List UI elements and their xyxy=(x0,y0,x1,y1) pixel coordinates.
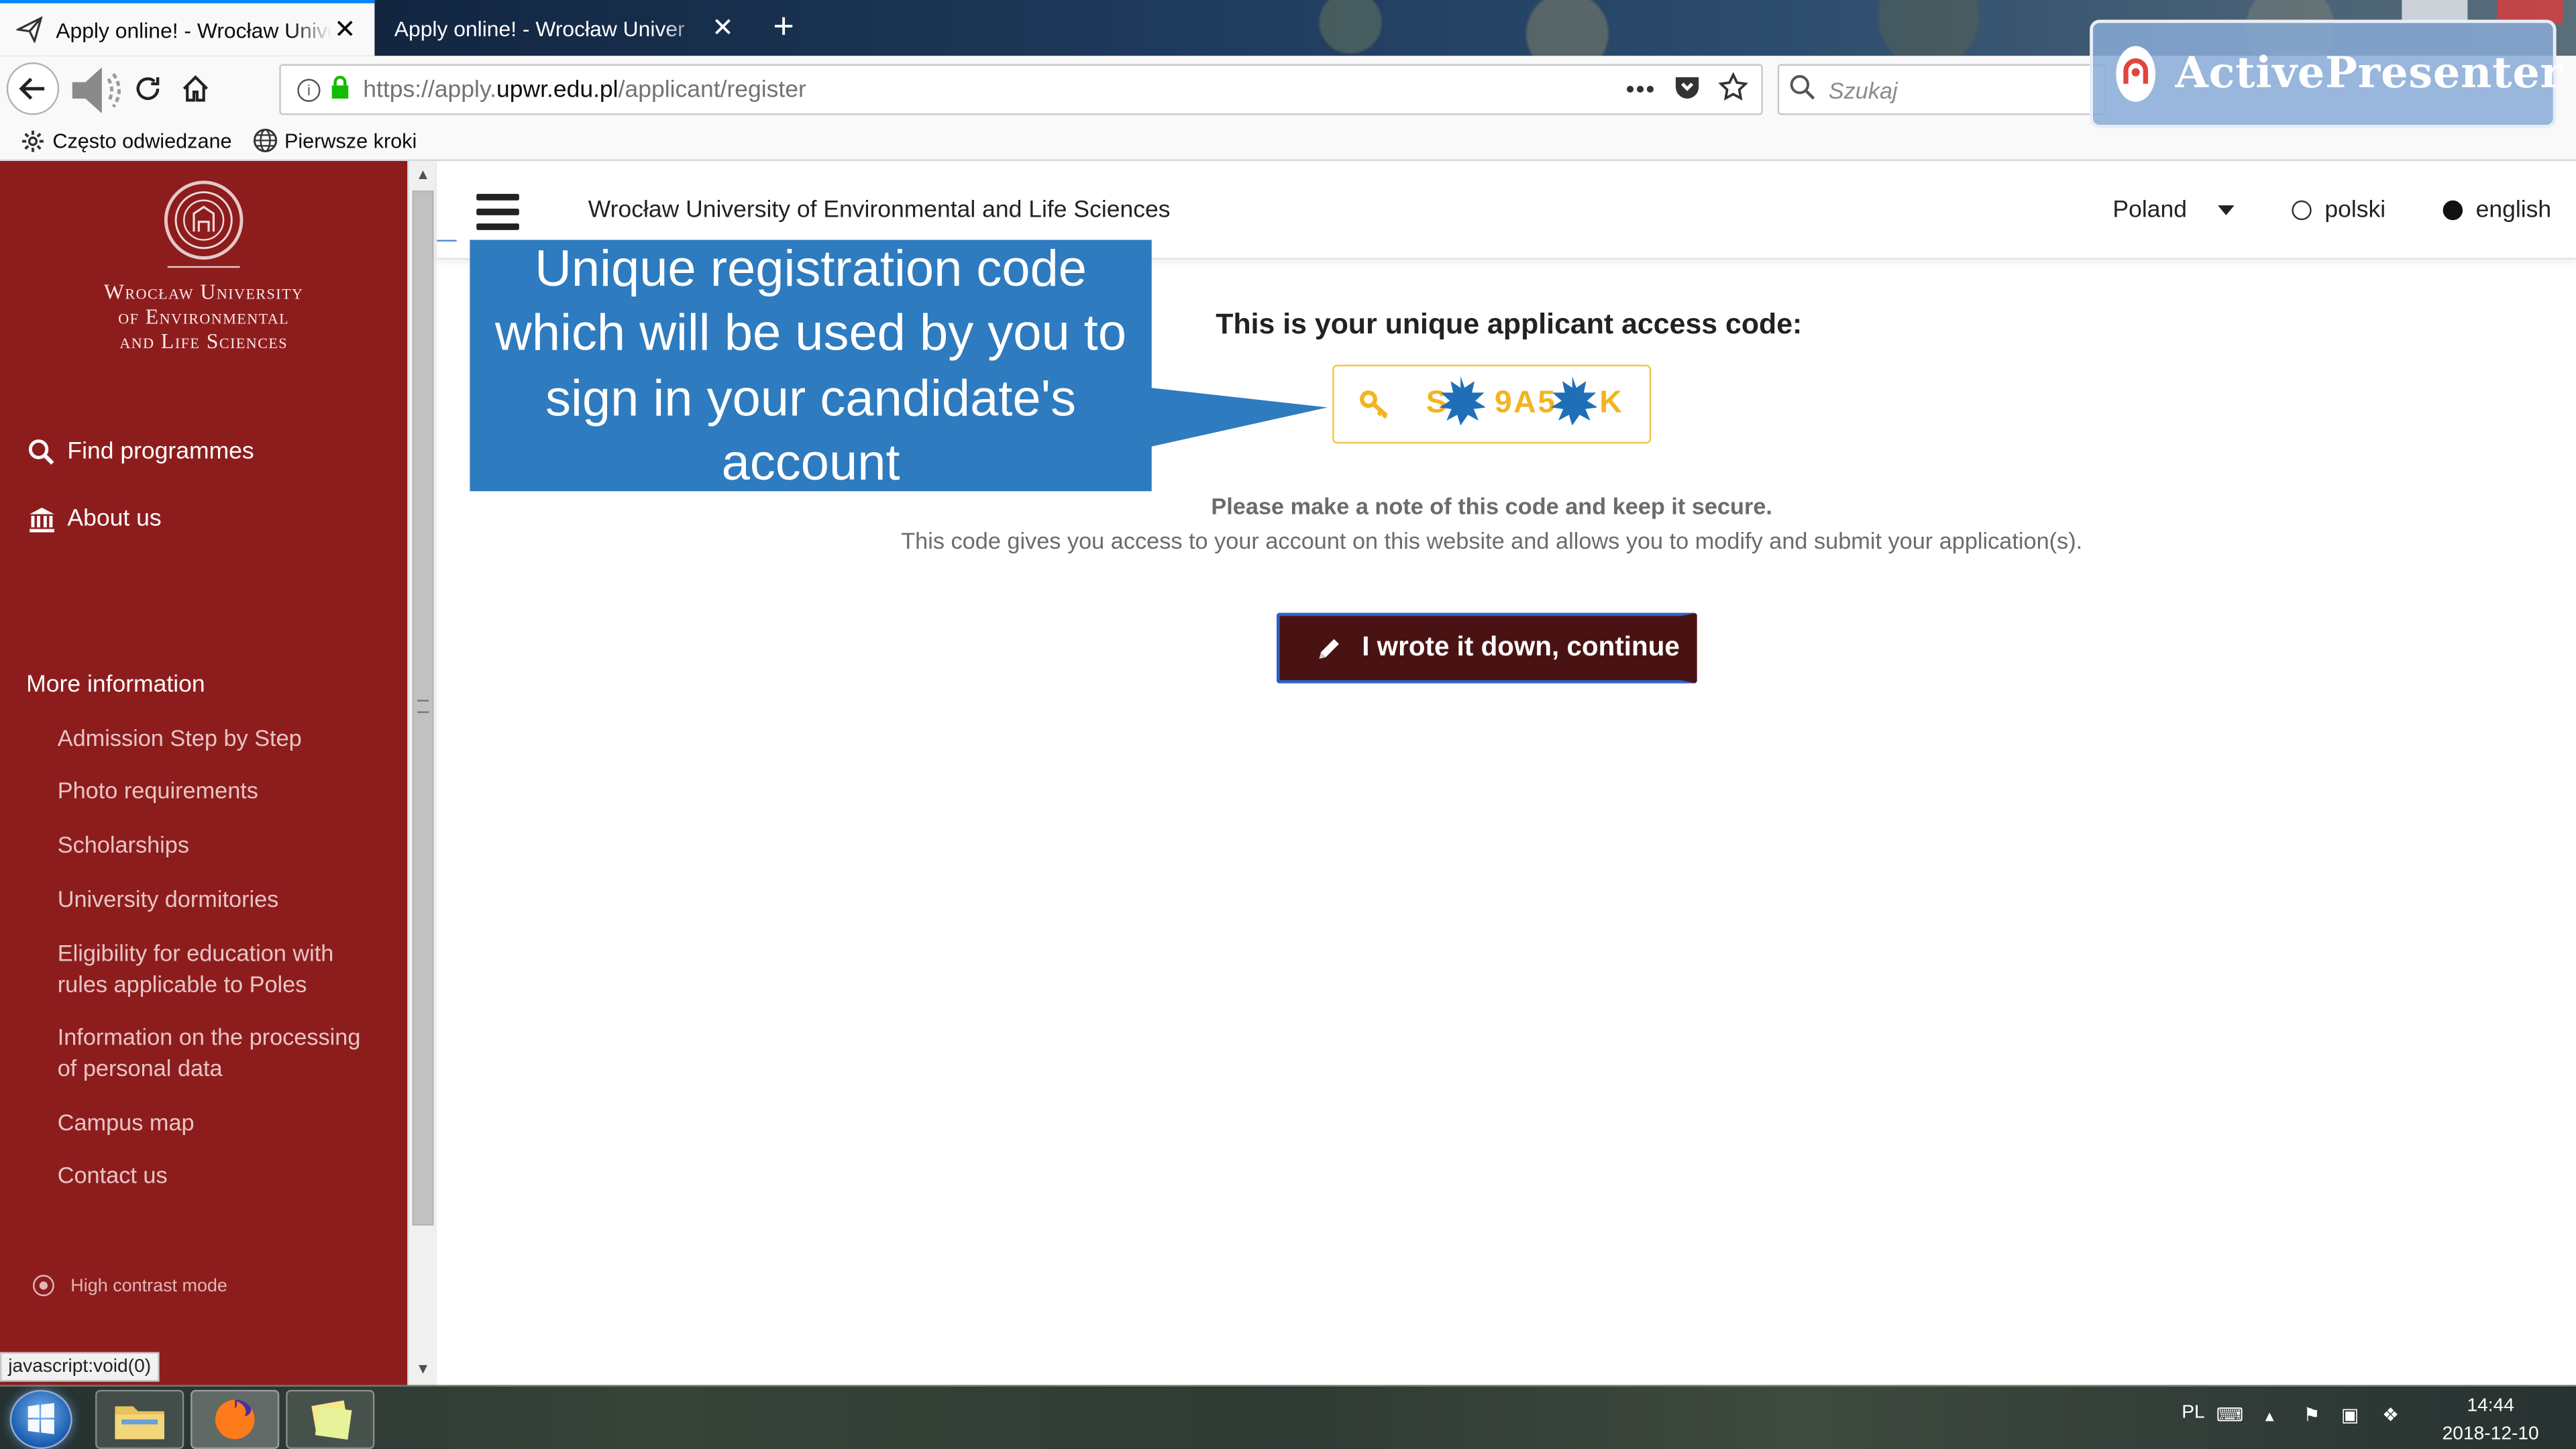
nav-about-us[interactable]: About us xyxy=(26,504,162,534)
status-bar-link: javascript:void(0) xyxy=(0,1352,160,1382)
start-button[interactable] xyxy=(9,1389,72,1449)
link-university-dormitories[interactable]: University dormitories xyxy=(58,884,370,916)
site-name: Wrocław University of Environmental and … xyxy=(588,197,1171,224)
redaction-burst-icon xyxy=(1550,376,1597,426)
link-scholarships[interactable]: Scholarships xyxy=(58,830,370,861)
radio-selected-icon xyxy=(2443,200,2463,221)
speaker-icon xyxy=(66,62,128,118)
home-button[interactable] xyxy=(172,66,219,112)
callout-pointer-icon xyxy=(1150,387,1328,447)
home-icon xyxy=(182,75,209,102)
access-code-value: S 9A5 K xyxy=(1426,376,1624,426)
high-contrast-toggle[interactable]: High contrast mode xyxy=(32,1275,227,1297)
tab-title: Apply online! - Wrocław Univer xyxy=(56,17,332,42)
contrast-icon xyxy=(32,1275,54,1297)
access-code-heading: This is your unique applicant access cod… xyxy=(1216,307,1803,340)
url-text: https://apply.upwr.edu.pl/applicant/regi… xyxy=(363,76,806,103)
header-accent xyxy=(437,239,457,242)
scroll-down-icon[interactable]: ▼ xyxy=(416,1360,431,1377)
reload-button[interactable] xyxy=(125,66,171,112)
firefox-taskbar-button[interactable] xyxy=(191,1389,280,1449)
radio-unselected-icon xyxy=(2292,200,2312,221)
tab-apply-online-active[interactable]: Apply online! - Wrocław Univer ✕ xyxy=(0,0,375,56)
scroll-up-icon[interactable]: ▲ xyxy=(416,166,431,182)
link-contact-us[interactable]: Contact us xyxy=(58,1160,370,1191)
logo-divider xyxy=(167,266,240,268)
bookmark-most-visited[interactable]: Często odwiedzane xyxy=(19,127,232,154)
menu-hamburger-icon[interactable] xyxy=(476,193,519,230)
link-personal-data[interactable]: Information on the processing of persona… xyxy=(58,1022,370,1084)
address-bar[interactable]: i https://apply.upwr.edu.pl/applicant/re… xyxy=(279,64,1763,115)
access-code-box: S 9A5 K xyxy=(1332,364,1652,444)
search-icon xyxy=(1789,74,1815,105)
nav-find-programmes[interactable]: Find programmes xyxy=(26,437,254,466)
info-icon[interactable]: i xyxy=(297,78,321,101)
bookmark-getting-started[interactable]: Pierwsze kroki xyxy=(252,127,417,154)
globe-icon xyxy=(252,127,278,154)
arrow-left-icon xyxy=(19,77,45,100)
network-icon[interactable]: ▣ xyxy=(2341,1403,2359,1426)
lock-icon xyxy=(330,74,350,104)
link-photo-requirements[interactable]: Photo requirements xyxy=(58,775,370,807)
pocket-icon[interactable] xyxy=(1672,73,1702,106)
page-actions-icon[interactable]: ••• xyxy=(1626,76,1656,103)
tutorial-callout: Unique registration code which will be u… xyxy=(470,239,1152,492)
chevron-down-icon xyxy=(2218,205,2235,215)
tab-apply-online[interactable]: Apply online! - Wrocław Univer ✕ xyxy=(378,0,752,56)
sidebar-scrollbar[interactable]: ▲ ▼ xyxy=(407,161,437,1385)
windows-logo-icon xyxy=(28,1403,54,1434)
note-secure: Please make a note of this code and keep… xyxy=(1211,492,1772,519)
file-explorer-taskbar-button[interactable] xyxy=(95,1389,184,1449)
language-option-english[interactable]: english xyxy=(2443,197,2551,223)
show-hidden-icons[interactable]: ▲ xyxy=(2262,1408,2277,1424)
activepresenter-logo-icon xyxy=(2116,46,2156,102)
flag-icon[interactable]: ⚑ xyxy=(2303,1403,2320,1426)
gear-icon xyxy=(19,127,46,154)
tab-title: Apply online! - Wrocław Univer xyxy=(394,15,685,41)
keyboard-icon[interactable]: ⌨ xyxy=(2216,1403,2244,1426)
close-tab-icon[interactable]: ✕ xyxy=(332,16,358,44)
input-language[interactable]: PL xyxy=(2182,1403,2204,1422)
sticky-notes-icon xyxy=(311,1400,352,1440)
search-icon xyxy=(26,437,56,466)
link-eligibility[interactable]: Eligibility for education with rules app… xyxy=(58,938,370,1000)
close-tab-icon[interactable]: ✕ xyxy=(710,15,736,43)
dropbox-icon[interactable]: ❖ xyxy=(2382,1403,2399,1426)
country-selector[interactable]: Poland xyxy=(2112,197,2235,223)
search-placeholder: Szukaj xyxy=(1828,76,1898,103)
university-crest-icon xyxy=(164,180,244,260)
link-admission-steps[interactable]: Admission Step by Step xyxy=(58,723,370,755)
windows-taskbar: PL ⌨ ▲ ⚑ ▣ ❖ 14:44 2018-12-10 xyxy=(0,1385,2576,1449)
key-icon xyxy=(1357,386,1393,423)
sticky-notes-taskbar-button[interactable] xyxy=(286,1389,375,1449)
bookmark-star-icon[interactable] xyxy=(1718,70,1749,108)
more-information-heading: More information xyxy=(26,672,205,698)
redaction-burst-icon xyxy=(1439,376,1485,426)
new-tab-button[interactable]: + xyxy=(765,7,802,46)
language-option-polski[interactable]: polski xyxy=(2292,197,2385,223)
firefox-icon xyxy=(215,1399,255,1440)
sidebar: Wrocław University of Environmental and … xyxy=(0,161,408,1385)
page-viewport: Wrocław University of Environmental and … xyxy=(0,161,2576,1385)
back-button[interactable] xyxy=(6,62,60,115)
system-clock[interactable]: 14:44 2018-12-10 xyxy=(2422,1393,2560,1449)
scroll-grip-icon xyxy=(417,700,429,713)
send-icon xyxy=(16,16,43,43)
activepresenter-watermark: ActivePresenter xyxy=(2090,19,2563,129)
link-campus-map[interactable]: Campus map xyxy=(58,1108,370,1139)
search-bar[interactable]: Szukaj xyxy=(1777,64,2106,115)
watermark-text: ActivePresenter xyxy=(2175,49,2563,99)
university-name: Wrocław University of Environmental and … xyxy=(103,279,304,354)
note-access: This code gives you access to your accou… xyxy=(901,527,2083,554)
folder-icon xyxy=(115,1406,164,1440)
pencil-icon xyxy=(1316,635,1342,661)
continue-button[interactable]: I wrote it down, continue xyxy=(1276,612,1697,684)
institution-icon xyxy=(26,504,56,534)
reload-icon xyxy=(136,77,160,100)
